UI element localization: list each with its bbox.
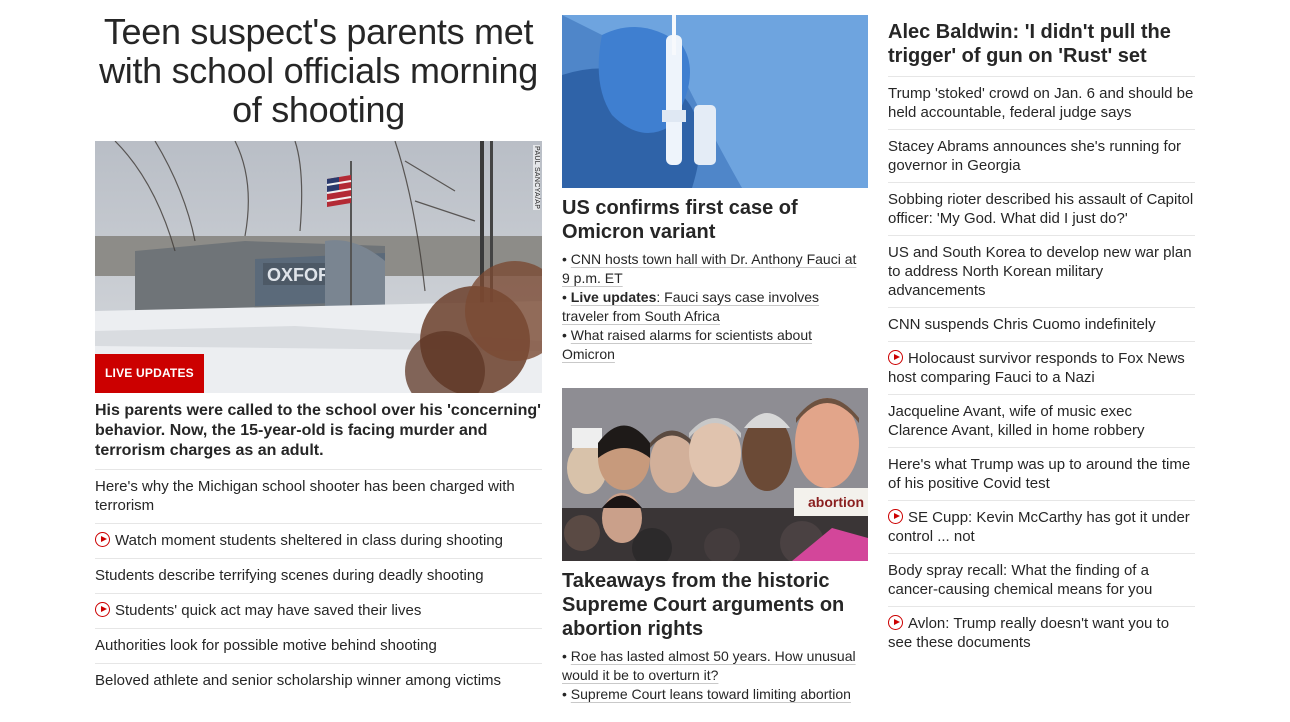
lead-image[interactable]: OXFORD PAUL SANCYA/AP LIVE UPDATES: [95, 141, 542, 393]
bullet-text: CNN hosts town hall with Dr. Anthony Fau…: [562, 251, 857, 286]
omicron-headline[interactable]: US confirms first case of Omicron varian…: [562, 196, 868, 244]
related-link[interactable]: Authorities look for possible motive beh…: [95, 628, 542, 663]
headline-text: Body spray recall: What the finding of a…: [888, 562, 1153, 598]
headline-link[interactable]: CNN suspends Chris Cuomo indefinitely: [888, 307, 1195, 341]
headline-link[interactable]: Trump 'stoked' crowd on Jan. 6 and shoul…: [888, 76, 1195, 129]
lead-related-list: Here's why the Michigan school shooter h…: [95, 469, 542, 698]
supreme-court-image[interactable]: abortion: [562, 388, 868, 561]
headline-link[interactable]: US and South Korea to develop new war pl…: [888, 235, 1195, 307]
live-updates-label: Live updates: [570, 289, 657, 305]
headline-text: Stacey Abrams announces she's running fo…: [888, 138, 1182, 174]
related-link[interactable]: Beloved athlete and senior scholarship w…: [95, 663, 542, 698]
omicron-bullet-2[interactable]: • Live updates: Fauci says case involves…: [562, 288, 868, 326]
sign-text: abortion: [808, 494, 864, 510]
court-bullet-1[interactable]: • Roe has lasted almost 50 years. How un…: [562, 647, 868, 685]
related-link-text: Here's why the Michigan school shooter h…: [95, 478, 515, 514]
related-link-text: Watch moment students sheltered in class…: [115, 532, 503, 549]
headline-video-link[interactable]: Avlon: Trump really doesn't want you to …: [888, 606, 1195, 659]
related-link-text: Authorities look for possible motive beh…: [95, 637, 437, 654]
protest-photo: abortion: [562, 388, 868, 561]
image-credit: PAUL SANCYA/AP: [533, 145, 540, 211]
play-circle-icon: [888, 509, 903, 524]
covid-test-photo: [562, 15, 868, 188]
headline-link[interactable]: Stacey Abrams announces she's running fo…: [888, 129, 1195, 182]
lead-subhead[interactable]: His parents were called to the school ov…: [95, 401, 542, 461]
headline-text: CNN suspends Chris Cuomo indefinitely: [888, 316, 1156, 333]
headline-link[interactable]: Body spray recall: What the finding of a…: [888, 553, 1195, 606]
headline-text: US and South Korea to develop new war pl…: [888, 244, 1192, 299]
omicron-bullet-3[interactable]: • What raised alarms for scientists abou…: [562, 326, 868, 364]
play-circle-icon: [888, 350, 903, 365]
play-circle-icon: [888, 615, 903, 630]
omicron-bullet-1[interactable]: • CNN hosts town hall with Dr. Anthony F…: [562, 250, 868, 288]
headline-video-link[interactable]: Holocaust survivor responds to Fox News …: [888, 341, 1195, 394]
bullet-text: Supreme Court leans toward limiting abor…: [570, 686, 851, 702]
headline-text: Here's what Trump was up to around the t…: [888, 456, 1191, 492]
lead-headline[interactable]: Teen suspect's parents met with school o…: [95, 12, 542, 129]
court-bullets: • Roe has lasted almost 50 years. How un…: [562, 647, 868, 704]
headline-text: Trump 'stoked' crowd on Jan. 6 and shoul…: [888, 85, 1194, 121]
headline-link[interactable]: Jacqueline Avant, wife of music exec Cla…: [888, 394, 1195, 447]
related-link[interactable]: Here's why the Michigan school shooter h…: [95, 469, 542, 523]
court-bullet-2[interactable]: • Supreme Court leans toward limiting ab…: [562, 685, 868, 704]
play-circle-icon: [95, 602, 110, 617]
related-video-link[interactable]: Students' quick act may have saved their…: [95, 593, 542, 628]
middle-column: US confirms first case of Omicron varian…: [562, 15, 868, 704]
related-link[interactable]: Students describe terrifying scenes duri…: [95, 558, 542, 593]
omicron-image[interactable]: [562, 15, 868, 188]
headline-text: Sobbing rioter described his assault of …: [888, 191, 1194, 227]
headline-text: Avlon: Trump really doesn't want you to …: [888, 615, 1170, 651]
related-link-text: Students' quick act may have saved their…: [115, 602, 422, 619]
related-video-link[interactable]: Watch moment students sheltered in class…: [95, 523, 542, 558]
play-circle-icon: [95, 532, 110, 547]
live-updates-badge[interactable]: LIVE UPDATES: [95, 354, 204, 393]
supreme-court-headline[interactable]: Takeaways from the historic Supreme Cour…: [562, 569, 868, 641]
headline-text: SE Cupp: Kevin McCarthy has got it under…: [888, 509, 1190, 545]
headline-list: Trump 'stoked' crowd on Jan. 6 and shoul…: [888, 76, 1195, 659]
related-link-text: Students describe terrifying scenes duri…: [95, 567, 484, 584]
headline-text: Holocaust survivor responds to Fox News …: [888, 350, 1185, 386]
omicron-bullets: • CNN hosts town hall with Dr. Anthony F…: [562, 250, 868, 364]
headline-video-link[interactable]: SE Cupp: Kevin McCarthy has got it under…: [888, 500, 1195, 553]
headline-link[interactable]: Sobbing rioter described his assault of …: [888, 182, 1195, 235]
bullet-text: What raised alarms for scientists about …: [562, 327, 813, 362]
headline-link[interactable]: Here's what Trump was up to around the t…: [888, 447, 1195, 500]
related-link-text: Beloved athlete and senior scholarship w…: [95, 672, 502, 689]
headlines-column: Alec Baldwin: 'I didn't pull the trigger…: [888, 20, 1195, 659]
sidebar-headline[interactable]: Alec Baldwin: 'I didn't pull the trigger…: [888, 20, 1195, 76]
headline-text: Jacqueline Avant, wife of music exec Cla…: [888, 403, 1145, 439]
bullet-text: Roe has lasted almost 50 years. How unus…: [562, 648, 856, 683]
lead-story: Teen suspect's parents met with school o…: [95, 12, 542, 698]
